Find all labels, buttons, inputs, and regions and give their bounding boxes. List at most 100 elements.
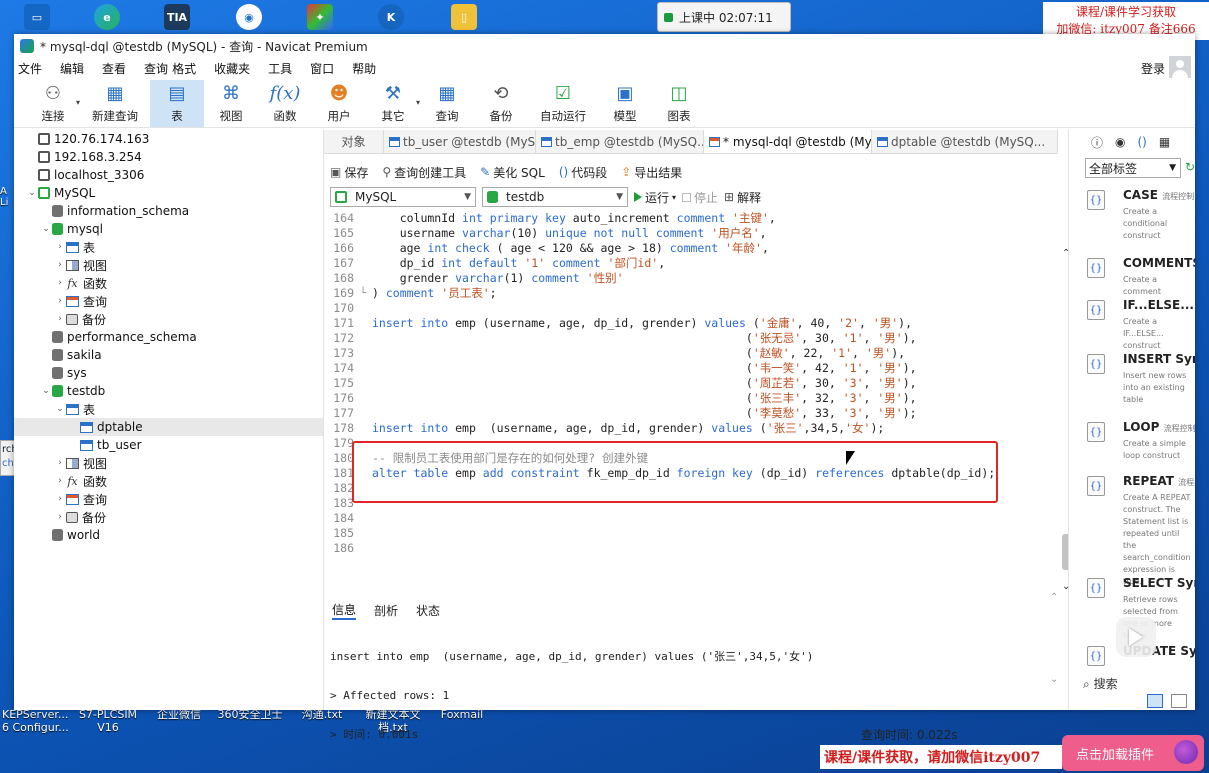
code-line[interactable]: 168 grender varchar(1) comment '性别' bbox=[324, 271, 1048, 286]
code-line[interactable]: 178 insert into emp (username, age, dp_id… bbox=[324, 421, 1048, 436]
beautify-sql-button[interactable]: ✎ 美化 SQL bbox=[480, 164, 545, 181]
avatar[interactable] bbox=[1169, 56, 1191, 78]
calendar-icon[interactable]: ▦ bbox=[1159, 135, 1170, 149]
code-line[interactable]: 166 age int check ( age < 120 && age > 1… bbox=[324, 241, 1048, 256]
tree-item[interactable]: › fx 函数 bbox=[14, 274, 323, 292]
tree-item[interactable]: information_schema bbox=[14, 202, 323, 220]
tree-item[interactable]: 120.76.174.163 bbox=[14, 130, 323, 148]
connect-button[interactable]: ⚇ 连接 ▾ bbox=[26, 80, 81, 127]
view-button[interactable]: ⌘ 视图 bbox=[204, 80, 258, 127]
load-plugin-button[interactable]: 点击加载插件 bbox=[1062, 735, 1204, 771]
chevron-right-icon[interactable]: › bbox=[54, 296, 66, 306]
chevron-right-icon[interactable]: › bbox=[54, 314, 66, 324]
layout-right-icon[interactable] bbox=[1171, 694, 1187, 708]
tree-item[interactable]: ⌄ testdb bbox=[14, 382, 323, 400]
login-link[interactable]: 登录 bbox=[1141, 58, 1165, 80]
code-line[interactable]: 174 ('韦一笑', 42, '1', '男'), bbox=[324, 361, 1048, 376]
tree-item[interactable]: 192.168.3.254 bbox=[14, 148, 323, 166]
snippet-search[interactable]: ⌕ 搜索 bbox=[1083, 675, 1118, 692]
tab-tb-user[interactable]: tb_user @testdb (MySQL... bbox=[384, 130, 536, 153]
other-button[interactable]: ⚒ 其它 ▾ bbox=[366, 80, 421, 127]
code-line[interactable]: 185 bbox=[324, 526, 1048, 541]
chevron-right-icon[interactable]: › bbox=[54, 242, 66, 252]
tree-item[interactable]: › 表 bbox=[14, 238, 323, 256]
code-line[interactable]: 165 username varchar(10) unique not null… bbox=[324, 226, 1048, 241]
fold-marker-icon[interactable]: └ bbox=[358, 286, 368, 301]
chevron-down-icon[interactable]: ⌄ bbox=[40, 386, 52, 396]
menu-edit[interactable]: 编辑 bbox=[51, 58, 93, 80]
menu-tools[interactable]: 工具 bbox=[259, 58, 301, 80]
auto-run-button[interactable]: ☑ 自动运行 bbox=[528, 80, 598, 127]
tree-item[interactable]: dptable bbox=[14, 418, 323, 436]
tree-item[interactable]: › fx 函数 bbox=[14, 472, 323, 490]
code-line[interactable]: 171 insert into emp (username, age, dp_id… bbox=[324, 316, 1048, 331]
tia-icon[interactable]: TIA bbox=[164, 4, 190, 30]
menu-window[interactable]: 窗口 bbox=[301, 58, 343, 80]
video-play-overlay[interactable] bbox=[1116, 617, 1156, 657]
tree-item[interactable]: localhost_3306 bbox=[14, 166, 323, 184]
code-line[interactable]: 176 ('张三丰', 32, '3', '男'), bbox=[324, 391, 1048, 406]
code-line[interactable]: 177 ('李莫愁', 33, '3', '男'); bbox=[324, 406, 1048, 421]
tree-item[interactable]: ⌄ 表 bbox=[14, 400, 323, 418]
run-button[interactable]: 运行 ▾ bbox=[634, 189, 676, 206]
tree-item[interactable]: world bbox=[14, 526, 323, 544]
tree-item[interactable]: ⌄ mysql bbox=[14, 220, 323, 238]
code-line[interactable]: 167 dp_id int default '1' comment '部门id'… bbox=[324, 256, 1048, 271]
connection-select[interactable]: MySQL ▼ bbox=[330, 187, 476, 207]
tab-objects[interactable]: 对象 bbox=[324, 130, 384, 153]
tree-item[interactable]: tb_user bbox=[14, 436, 323, 454]
code-line[interactable]: 186 bbox=[324, 541, 1048, 556]
braces-icon[interactable]: () bbox=[1138, 135, 1147, 149]
colorful-app-icon[interactable]: ✦ bbox=[307, 4, 333, 30]
chevron-right-icon[interactable]: › bbox=[54, 260, 66, 270]
new-query-button[interactable]: ▦ 新建查询 bbox=[80, 80, 150, 127]
tab-info[interactable]: 信息 bbox=[332, 601, 357, 620]
tree-item[interactable]: › 查询 bbox=[14, 490, 323, 508]
model-button[interactable]: ▣ 模型 bbox=[598, 80, 652, 127]
tree-item[interactable]: sys bbox=[14, 364, 323, 382]
code-line[interactable]: 173 ('赵敏', 22, '1', '男'), bbox=[324, 346, 1048, 361]
tab-mysql-dql[interactable]: * mysql-dql @testdb (My... bbox=[704, 130, 872, 153]
tree-item[interactable]: › 备份 bbox=[14, 310, 323, 328]
k-app-icon[interactable]: K bbox=[378, 4, 404, 30]
code-snippet-button[interactable]: () 代码段 bbox=[559, 164, 607, 181]
backup-button[interactable]: ⟲ 备份 bbox=[474, 80, 528, 127]
computer-icon[interactable]: ▭ bbox=[24, 4, 50, 30]
tree-item[interactable]: performance_schema bbox=[14, 328, 323, 346]
chevron-right-icon[interactable]: › bbox=[54, 512, 66, 522]
chevron-down-icon[interactable]: ⌄ bbox=[54, 404, 66, 414]
chevron-right-icon[interactable]: › bbox=[54, 476, 66, 486]
tab-tb-emp[interactable]: tb_emp @testdb (MySQ... bbox=[536, 130, 704, 153]
query-button[interactable]: ▦ 查询 bbox=[420, 80, 474, 127]
stop-button[interactable]: 停止 bbox=[682, 189, 718, 206]
refresh-icon[interactable]: ↻ bbox=[1185, 160, 1195, 174]
code-line[interactable]: 175 ('周芷若', 30, '3', '男'), bbox=[324, 376, 1048, 391]
tab-dptable[interactable]: dptable @testdb (MySQ... bbox=[872, 130, 1058, 153]
tree-item[interactable]: › 视图 bbox=[14, 256, 323, 274]
chart-button[interactable]: ◫ 图表 bbox=[652, 80, 706, 127]
tree-item[interactable]: ⌄ MySQL bbox=[14, 184, 323, 202]
menu-favorites[interactable]: 收藏夹 bbox=[205, 58, 259, 80]
code-line[interactable]: 169) comment '员工表'; └ bbox=[324, 286, 1048, 301]
tree-item[interactable]: sakila bbox=[14, 346, 323, 364]
app-circle-icon[interactable]: ◉ bbox=[236, 4, 262, 30]
explain-button[interactable]: ⊞ 解释 bbox=[724, 189, 761, 206]
code-line[interactable]: 172 ('张无忌', 30, '1', '男'), bbox=[324, 331, 1048, 346]
snippet-filter-select[interactable]: 全部标签 ▼ bbox=[1085, 158, 1181, 178]
function-button[interactable]: f(x) 函数 bbox=[258, 80, 312, 127]
query-builder-button[interactable]: ⚲ 查询创建工具 bbox=[382, 164, 466, 181]
chevron-down-icon[interactable]: ⌄ bbox=[26, 188, 38, 198]
layout-left-icon[interactable] bbox=[1147, 694, 1163, 708]
table-button[interactable]: ▤ 表 bbox=[150, 80, 204, 127]
menu-help[interactable]: 帮助 bbox=[343, 58, 385, 80]
edge-icon[interactable]: e bbox=[94, 4, 120, 30]
menu-format[interactable]: 格式 bbox=[170, 58, 205, 80]
code-line[interactable]: 170 bbox=[324, 301, 1048, 316]
eye-icon[interactable]: ◉ bbox=[1115, 135, 1125, 149]
menu-view[interactable]: 查看 bbox=[93, 58, 135, 80]
save-button[interactable]: ▣ 保存 bbox=[330, 164, 368, 181]
chevron-right-icon[interactable]: › bbox=[54, 458, 66, 468]
folder-icon[interactable]: ▯ bbox=[451, 4, 477, 30]
tab-profile[interactable]: 剖析 bbox=[374, 602, 398, 619]
tab-status[interactable]: 状态 bbox=[416, 602, 440, 619]
